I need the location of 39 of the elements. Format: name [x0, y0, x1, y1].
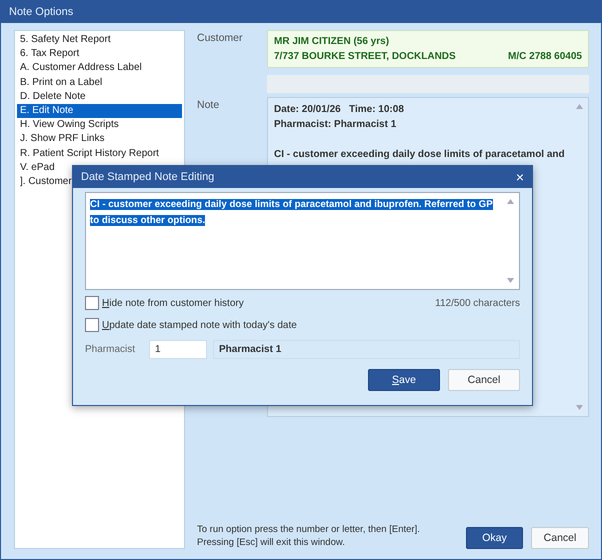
- note-text: CI - customer exceeding daily dose limits of paracetamol and: [274, 148, 565, 162]
- dialog-title: Date Stamped Note Editing: [81, 171, 214, 183]
- list-item[interactable]: H. View Owing Scripts: [17, 118, 182, 132]
- note-line: Date: 20/01/26 Time: 10:08: [274, 103, 404, 117]
- customer-address: 7/737 BOURKE STREET, DOCKLANDS: [274, 50, 456, 64]
- note-label: Note: [197, 98, 220, 111]
- checkbox-label[interactable]: Update date stamped note with today's date: [102, 320, 297, 330]
- scroll-up-icon[interactable]: [576, 104, 583, 109]
- hint-text: Pressing [Esc] will exit this window.: [197, 536, 346, 549]
- list-item[interactable]: 6. Tax Report: [17, 47, 182, 62]
- list-item[interactable]: D. Delete Note: [17, 90, 182, 104]
- list-item[interactable]: A. Customer Address Label: [17, 61, 182, 76]
- list-item[interactable]: E. Edit Note: [17, 104, 182, 118]
- list-item[interactable]: J. Show PRF Links: [17, 132, 182, 147]
- customer-name: MR JIM CITIZEN (56 yrs): [274, 35, 390, 49]
- checkbox[interactable]: [85, 318, 99, 332]
- okay-button[interactable]: Okay: [466, 527, 523, 549]
- list-item[interactable]: B. Print on a Label: [17, 76, 182, 90]
- note-line: Pharmacist: Pharmacist 1: [274, 118, 396, 132]
- hint-text: To run option press the number or letter, then [Enter].: [197, 523, 421, 536]
- pharmacist-name-field: Pharmacist 1: [213, 340, 520, 359]
- scroll-down-icon[interactable]: [507, 278, 514, 283]
- list-item[interactable]: 5. Safety Net Report: [17, 33, 182, 48]
- scroll-up-icon[interactable]: [507, 199, 514, 204]
- medicare-number: M/C 2788 60405: [508, 50, 582, 64]
- window-title: Note Options: [9, 6, 74, 18]
- save-button[interactable]: Save: [368, 369, 440, 391]
- cancel-button[interactable]: Cancel: [531, 527, 589, 549]
- character-counter: 112/500 characters: [435, 298, 520, 308]
- scroll-down-icon[interactable]: [576, 405, 583, 410]
- note-text-field[interactable]: CI - customer exceeding daily dose limits of paracetamol and ibuprofen. Referred to GP to discuss other options.: [85, 192, 520, 290]
- customer-label: Customer: [197, 31, 244, 44]
- pharmacist-label: Pharmacist: [85, 344, 136, 355]
- list-item[interactable]: R. Patient Script History Report: [17, 146, 182, 161]
- checkbox-label[interactable]: Hide note from customer history: [102, 298, 244, 308]
- cancel-button[interactable]: Cancel: [448, 369, 520, 391]
- close-button[interactable]: ×: [516, 169, 524, 185]
- pharmacist-code-field[interactable]: 1: [149, 340, 207, 359]
- checkbox[interactable]: [85, 296, 99, 310]
